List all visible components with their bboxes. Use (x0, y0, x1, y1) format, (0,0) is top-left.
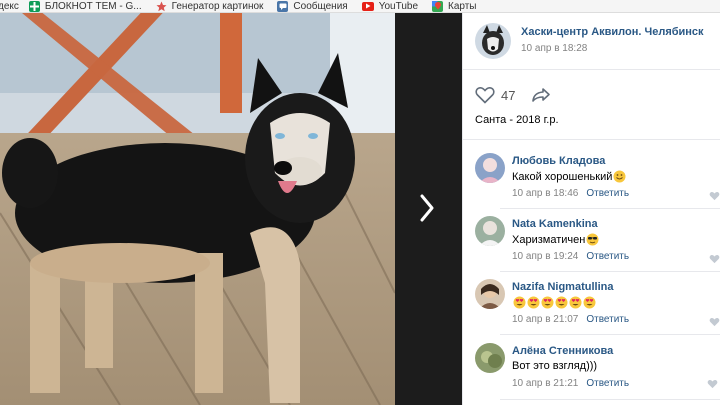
plus-icon (28, 0, 40, 12)
message-icon (277, 0, 289, 12)
comment-text: Какой хорошенький (512, 170, 626, 183)
comment-date[interactable]: 10 апр в 21:07 (512, 314, 578, 325)
divider (463, 139, 720, 140)
like-count: 47 (501, 87, 516, 103)
heart-eyes-emoji-icon (513, 296, 526, 309)
comment-meta: 10 апр в 18:46 Ответить (512, 188, 629, 199)
next-photo-button[interactable] (412, 190, 442, 226)
commenter-avatar[interactable] (475, 216, 505, 246)
divider (500, 271, 720, 272)
divider (463, 69, 720, 70)
commenter-name[interactable]: Nata Kamenkina (512, 218, 598, 230)
share-icon[interactable] (531, 87, 551, 103)
comment-item: Алёна Стенникова Вот это взгляд))) 10 ап… (475, 343, 720, 405)
author-avatar[interactable] (475, 23, 511, 59)
bookmark-label: Генератор картинок (171, 0, 264, 12)
smile-emoji-icon (613, 170, 626, 183)
star-icon (156, 1, 167, 12)
heart-icon (709, 318, 720, 327)
comment-date[interactable]: 10 апр в 18:46 (512, 188, 578, 199)
bookmark-youtube[interactable]: YouTube (361, 0, 418, 12)
comment-text (512, 296, 596, 309)
comment-item: Любовь Кладова Какой хорошенький 10 апр … (475, 153, 720, 215)
commenter-avatar[interactable] (475, 279, 505, 309)
comment-like-button[interactable] (709, 251, 720, 269)
bookmark-generator[interactable]: Генератор картинок (156, 0, 264, 12)
heart-icon (707, 379, 718, 388)
comment-item: Nata Kamenkina Харизматичен 10 апр в 19:… (475, 216, 720, 278)
divider (500, 334, 720, 335)
heart-eyes-emoji-icon (583, 296, 596, 309)
post-header: Хаски-центр Аквилон. Челябинск 10 апр в … (475, 23, 704, 59)
post-date[interactable]: 10 апр в 18:28 (521, 43, 704, 54)
reply-button[interactable]: Ответить (586, 378, 629, 389)
commenter-name[interactable]: Любовь Кладова (512, 155, 605, 167)
heart-icon (709, 192, 720, 201)
maps-icon (432, 0, 443, 12)
author-name[interactable]: Хаски-центр Аквилон. Челябинск (521, 26, 704, 38)
reply-button[interactable]: Ответить (586, 251, 629, 262)
commenter-name[interactable]: Nazifa Nigmatullina (512, 281, 613, 293)
heart-icon (709, 255, 720, 264)
bookmark-messages[interactable]: Сообщения (277, 0, 348, 12)
youtube-icon (361, 1, 374, 11)
comment-like-button[interactable]: 3 (707, 378, 720, 389)
bookmarks-bar: декс БЛОКНОТ TEM - G... Генератор картин… (0, 0, 720, 13)
post-actions: 47 (475, 86, 551, 104)
chevron-right-icon (420, 194, 434, 222)
bookmark-yandex[interactable]: декс (0, 0, 19, 12)
comment-meta: 10 апр в 21:21 Ответить (512, 378, 629, 389)
comment-item: Nazifa Nigmatullina 10 апр в 21:07 Ответи… (475, 279, 720, 341)
husky-photo-image (0, 13, 395, 405)
comment-text: Вот это взгляд))) (512, 360, 598, 372)
divider (500, 208, 720, 209)
post-side-panel: Хаски-центр Аквилон. Челябинск 10 апр в … (462, 13, 720, 405)
bookmark-label: декс (0, 0, 19, 12)
heart-eyes-emoji-icon (541, 296, 554, 309)
comment-meta: 10 апр в 19:24 Ответить (512, 251, 629, 262)
bookmark-notebook[interactable]: БЛОКНОТ TEM - G... (28, 0, 142, 12)
comment-like-button[interactable] (709, 188, 720, 206)
comment-like-button[interactable] (709, 314, 720, 332)
bookmark-label: Сообщения (293, 0, 348, 12)
heart-icon[interactable] (475, 86, 495, 104)
bookmark-label: YouTube (378, 0, 418, 12)
post-photo[interactable] (0, 13, 395, 405)
comment-meta: 10 апр в 21:07 Ответить (512, 314, 629, 325)
comment-text: Харизматичен (512, 233, 599, 246)
post-caption: Санта - 2018 г.р. (475, 114, 559, 126)
cool-emoji-icon (586, 233, 599, 246)
commenter-name[interactable]: Алёна Стенникова (512, 345, 613, 357)
divider (500, 399, 720, 400)
bookmark-label: Карты (448, 0, 477, 12)
bookmark-label: БЛОКНОТ TEM - G... (44, 0, 142, 12)
commenter-avatar[interactable] (475, 153, 505, 183)
reply-button[interactable]: Ответить (586, 188, 629, 199)
heart-eyes-emoji-icon (527, 296, 540, 309)
commenter-avatar[interactable] (475, 343, 505, 373)
heart-eyes-emoji-icon (569, 296, 582, 309)
comment-date[interactable]: 10 апр в 19:24 (512, 251, 578, 262)
comment-date[interactable]: 10 апр в 21:21 (512, 378, 578, 389)
bookmark-maps[interactable]: Карты (432, 0, 477, 12)
reply-button[interactable]: Ответить (586, 314, 629, 325)
heart-eyes-emoji-icon (555, 296, 568, 309)
